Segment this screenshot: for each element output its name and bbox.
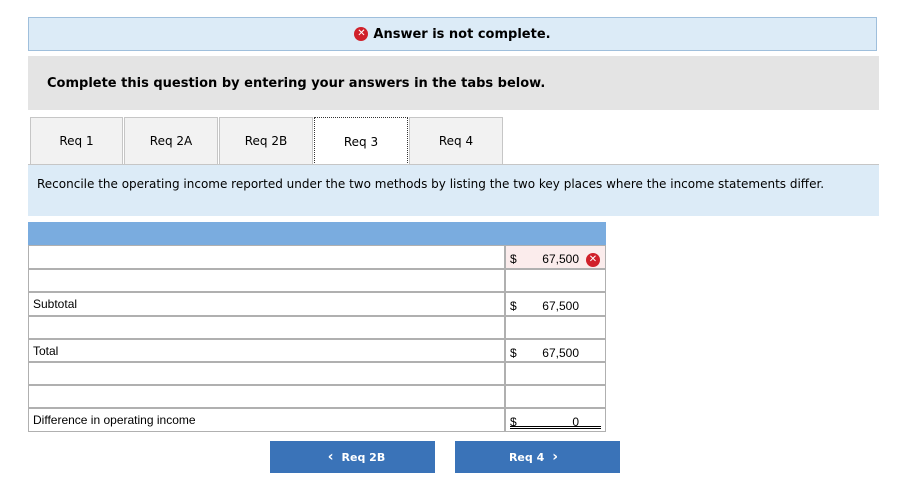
next-button-label: Req 4 <box>508 450 545 464</box>
table-row: Total $ 67,500 <box>28 339 606 362</box>
tab-label: Req 2A <box>149 134 193 148</box>
amount-cell: $ 0 <box>505 408 606 432</box>
tab-req-1[interactable]: Req 1 <box>30 117 123 165</box>
instructions: Complete this question by entering your … <box>28 56 879 110</box>
table-row: $ 67,500 ✕ <box>28 245 606 269</box>
next-req-button[interactable]: Req 4 › <box>455 441 620 473</box>
prev-req-button[interactable]: ‹ Req 2B <box>270 441 435 473</box>
tab-label: Req 4 <box>438 134 474 148</box>
amount-value: 67,500 <box>542 346 579 360</box>
amount-cell: $ 67,500 <box>505 339 606 362</box>
instructions-text: Complete this question by entering your … <box>47 75 546 91</box>
amount-input[interactable] <box>505 362 606 385</box>
currency-symbol: $ <box>510 299 517 313</box>
table-row <box>28 362 606 385</box>
chevron-right-icon: › <box>552 449 559 465</box>
currency-symbol: $ <box>510 346 517 360</box>
amount-input[interactable] <box>505 316 606 339</box>
chevron-left-icon: ‹ <box>327 449 334 465</box>
incorrect-x-icon: ✕ <box>586 253 600 267</box>
banner-text: Answer is not complete. <box>373 26 551 42</box>
amount-input[interactable] <box>505 269 606 292</box>
amount-input[interactable]: $ 67,500 ✕ <box>505 245 606 269</box>
double-underline <box>510 426 601 429</box>
row-label-input[interactable] <box>28 385 505 408</box>
amount-value: 67,500 <box>542 299 579 313</box>
prev-button-label: Req 2B <box>341 450 386 464</box>
currency-symbol: $ <box>510 252 517 266</box>
tab-label: Req 1 <box>59 134 94 148</box>
question-text: Reconcile the operating income reported … <box>37 177 825 191</box>
row-label-input[interactable] <box>28 269 505 292</box>
amount-cell: $ 67,500 <box>505 292 606 316</box>
table-row <box>28 385 606 408</box>
amount-input[interactable] <box>505 385 606 408</box>
tab-label: Req 3 <box>343 134 379 149</box>
row-label-input[interactable] <box>28 316 505 339</box>
row-label-input[interactable] <box>28 245 505 269</box>
row-label: Total <box>28 339 505 362</box>
tab-req-2b[interactable]: Req 2B <box>219 117 313 165</box>
row-label: Difference in operating income <box>28 408 505 432</box>
table-row <box>28 269 606 292</box>
question-prompt: Reconcile the operating income reported … <box>28 165 879 216</box>
table-row: Difference in operating income $ 0 <box>28 408 606 432</box>
amount-value: 67,500 <box>542 252 579 266</box>
table-header <box>28 222 606 245</box>
tab-req-3[interactable]: Req 3 <box>314 117 408 165</box>
error-x-icon: ✕ <box>354 27 369 41</box>
table-row: Subtotal $ 67,500 <box>28 292 606 316</box>
tab-req-2a[interactable]: Req 2A <box>124 117 218 165</box>
row-label-input[interactable] <box>28 362 505 385</box>
answer-status-banner: ✕ Answer is not complete. <box>28 17 877 51</box>
tab-label: Req 2B <box>244 134 288 148</box>
row-label: Subtotal <box>28 292 505 316</box>
table-row <box>28 316 606 339</box>
tab-req-4[interactable]: Req 4 <box>409 117 503 165</box>
